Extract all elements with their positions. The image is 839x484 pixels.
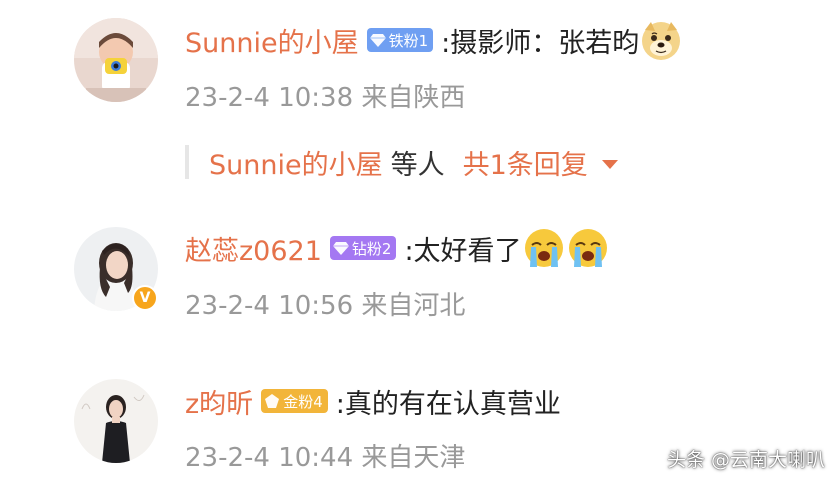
comment-header: Sunnie的小屋 铁粉1 :摄影师：张若昀 <box>185 18 683 62</box>
crying-emoji <box>524 229 563 267</box>
badge-label: 铁粉1 <box>388 31 429 50</box>
avatar[interactable] <box>74 379 158 463</box>
comment-meta: 23-2-4 10:56 来自河北 <box>185 291 466 321</box>
comment-header: 赵蕊z0621 钻粉2 :太好看了 <box>185 226 610 270</box>
comment-text: :太好看了 <box>404 235 522 267</box>
diamond-gem-icon <box>369 34 386 47</box>
comment-item: Sunnie的小屋 铁粉1 :摄影师：张若昀 23-2-4 10:38 来自陕西… <box>0 0 839 190</box>
avatar[interactable] <box>74 18 158 102</box>
reply-count-link[interactable]: 共1条回复 <box>463 143 588 182</box>
reply-username[interactable]: Sunnie的小屋 <box>209 143 383 182</box>
diamond-gem-icon <box>332 242 349 255</box>
username[interactable]: z昀昕 <box>185 382 253 421</box>
verified-badge-icon: V <box>132 285 158 311</box>
reply-divider <box>185 145 189 179</box>
comment-meta: 23-2-4 10:44 来自天津 <box>185 443 466 473</box>
comment-item: V 赵蕊z0621 钻粉2 :太好看了 23-2-4 10:56 来自河北 <box>0 210 839 330</box>
reply-summary[interactable]: Sunnie的小屋 等人 共1条回复 <box>185 142 618 182</box>
gold-gem-icon <box>265 394 280 408</box>
chevron-down-icon[interactable] <box>601 159 618 169</box>
badge-label: 钻粉2 <box>351 239 392 258</box>
comment-text: :摄影师：张若昀 <box>441 27 640 59</box>
crying-emoji <box>568 229 607 267</box>
doge-emoji <box>642 22 681 60</box>
reply-label: 等人 <box>390 149 445 181</box>
fan-badge[interactable]: 金粉4 <box>261 389 328 413</box>
fan-badge[interactable]: 钻粉2 <box>329 236 397 260</box>
watermark: 头条 @云南大喇叭 <box>666 449 825 471</box>
badge-label: 金粉4 <box>283 392 323 411</box>
username[interactable]: 赵蕊z0621 <box>185 229 322 268</box>
comment-header: z昀昕 金粉4 :真的有在认真营业 <box>185 379 561 423</box>
comment-meta: 23-2-4 10:38 来自陕西 <box>185 83 466 113</box>
fan-badge[interactable]: 铁粉1 <box>366 28 434 52</box>
username[interactable]: Sunnie的小屋 <box>185 21 359 60</box>
comment-text: :真的有在认真营业 <box>335 388 561 420</box>
